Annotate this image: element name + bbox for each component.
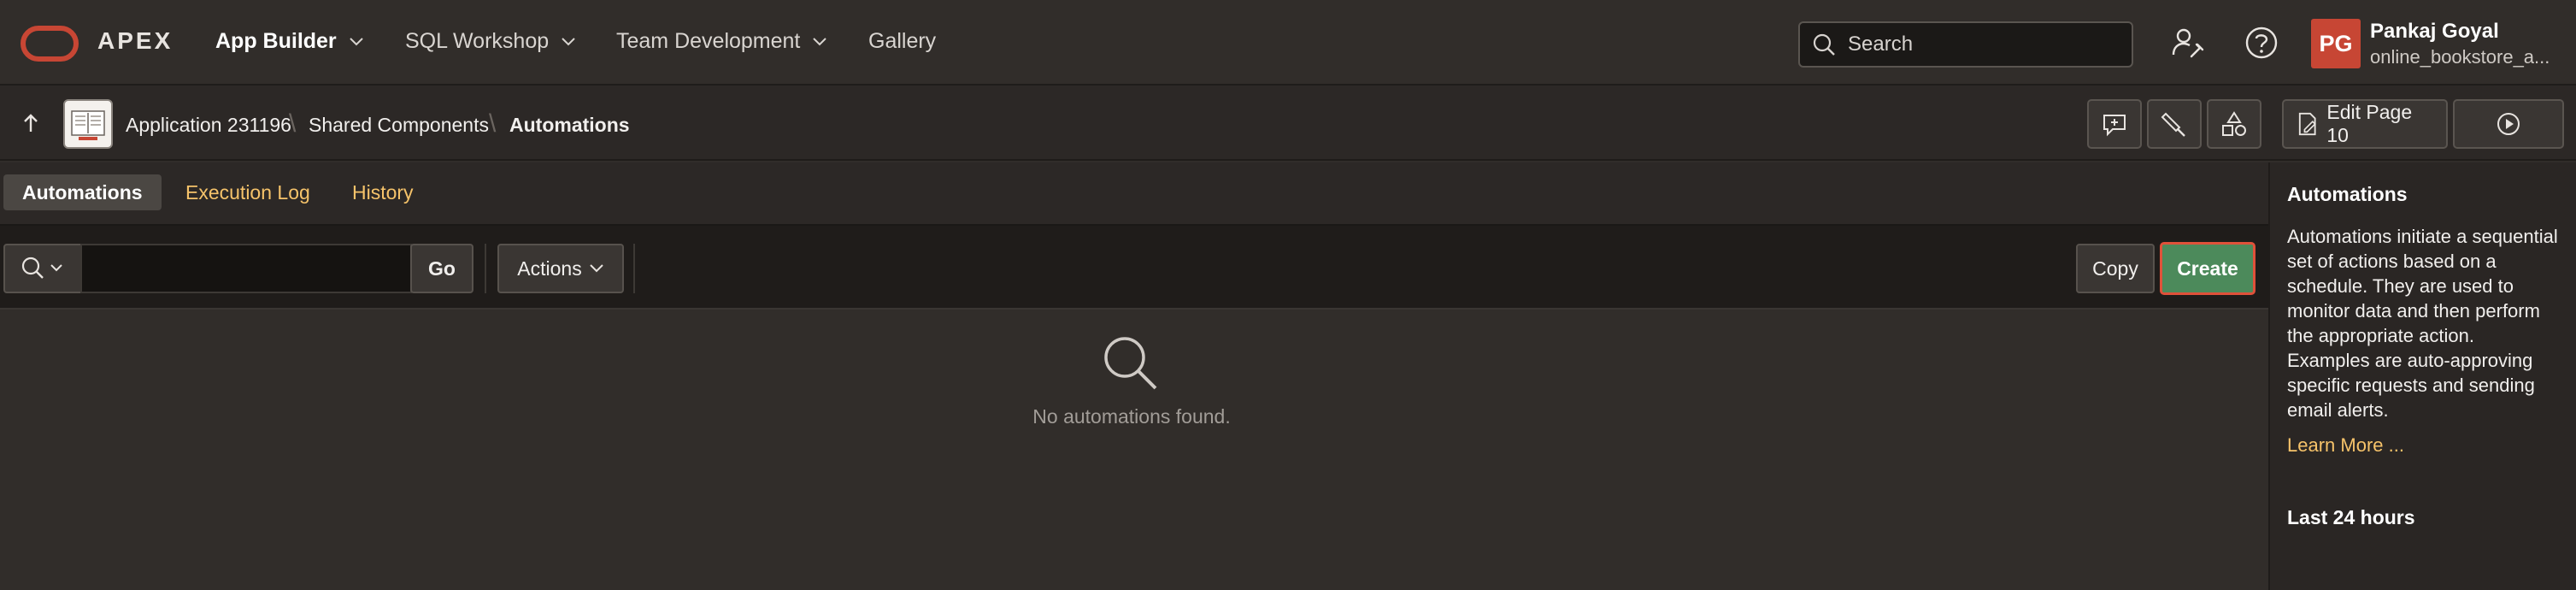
- tab-execution-log[interactable]: Execution Log: [167, 174, 329, 210]
- nav-app-builder-label: App Builder: [215, 29, 337, 53]
- search-icon: [1813, 33, 1835, 56]
- chevron-down-icon: [590, 264, 603, 273]
- create-button[interactable]: Create: [2160, 242, 2255, 295]
- chevron-down-icon: [813, 37, 827, 45]
- help-panel-subheading: Last 24 hours: [2287, 506, 2415, 528]
- tab-history[interactable]: History: [333, 174, 432, 210]
- search-icon: [21, 257, 62, 279]
- breadcrumb-shared-components[interactable]: Shared Components: [309, 114, 489, 137]
- play-icon: [2497, 113, 2520, 135]
- user-avatar[interactable]: PG: [2311, 19, 2361, 68]
- top-header: APEX App Builder SQL Workshop Team Devel…: [0, 0, 2576, 86]
- paintbrush-icon: [2161, 112, 2185, 137]
- nav-sql-workshop-label: SQL Workshop: [405, 29, 550, 53]
- shapes-icon: [2222, 111, 2246, 136]
- tab-automations[interactable]: Automations: [3, 174, 162, 210]
- comment-add-icon: [2103, 115, 2126, 137]
- search-column-selector[interactable]: [3, 244, 84, 293]
- run-page-button[interactable]: [2453, 99, 2564, 149]
- help-icon[interactable]: [2244, 26, 2279, 60]
- user-name[interactable]: Pankaj Goyal: [2370, 20, 2499, 44]
- breadcrumb-current-page: Automations: [509, 114, 630, 136]
- nav-team-development-label: Team Development: [616, 29, 801, 53]
- global-search[interactable]: [1798, 21, 2133, 68]
- go-button[interactable]: Go: [410, 244, 473, 293]
- help-panel-title: Automations: [2287, 183, 2408, 205]
- chevron-down-icon: [562, 37, 575, 45]
- report-search-input[interactable]: [80, 244, 412, 293]
- search-icon: [1104, 337, 1157, 390]
- oracle-logo-icon[interactable]: [21, 26, 79, 62]
- help-panel: Automations Automations initiate a seque…: [2268, 162, 2576, 590]
- help-panel-description: Automations initiate a sequential set of…: [2287, 226, 2558, 421]
- administration-icon[interactable]: [2171, 26, 2205, 60]
- developer-tools-button[interactable]: [2147, 99, 2202, 149]
- report-toolbar: Go Actions Copy Create: [0, 224, 2268, 310]
- nav-sql-workshop[interactable]: SQL Workshop: [405, 29, 576, 54]
- actions-menu-button[interactable]: Actions: [497, 244, 624, 293]
- breadcrumb-separator: \: [289, 109, 297, 138]
- shared-components-button[interactable]: [2207, 99, 2261, 149]
- tab-bar: Automations Execution Log History: [0, 162, 2268, 224]
- apex-brand[interactable]: APEX: [97, 27, 173, 55]
- edit-page-icon: [2298, 112, 2316, 136]
- edit-page-button[interactable]: Edit Page 10: [2282, 99, 2448, 149]
- toolbar-divider: [633, 244, 635, 293]
- chevron-down-icon: [349, 37, 363, 45]
- breadcrumb-application[interactable]: Application 231196: [126, 114, 291, 137]
- global-search-input[interactable]: [1846, 32, 2123, 57]
- breadcrumb-separator: \: [489, 109, 497, 138]
- nav-gallery[interactable]: Gallery: [868, 29, 936, 54]
- copy-button[interactable]: Copy: [2076, 244, 2155, 293]
- nav-app-builder[interactable]: App Builder: [215, 29, 364, 54]
- feedback-button[interactable]: [2087, 99, 2142, 149]
- breadcrumb-bar: Application 231196 \ Shared Components \…: [0, 86, 2576, 161]
- arrow-up-icon[interactable]: [21, 111, 41, 135]
- toolbar-divider: [485, 244, 486, 293]
- nav-gallery-label: Gallery: [868, 29, 937, 53]
- user-workspace[interactable]: online_bookstore_a...: [2370, 46, 2550, 68]
- actions-label: Actions: [517, 257, 582, 280]
- edit-page-label: Edit Page 10: [2326, 101, 2413, 146]
- nav-team-development[interactable]: Team Development: [616, 29, 827, 54]
- learn-more-link[interactable]: Learn More ...: [2287, 434, 2404, 457]
- empty-state-message: No automations found.: [1032, 405, 1231, 428]
- application-icon[interactable]: [63, 99, 113, 149]
